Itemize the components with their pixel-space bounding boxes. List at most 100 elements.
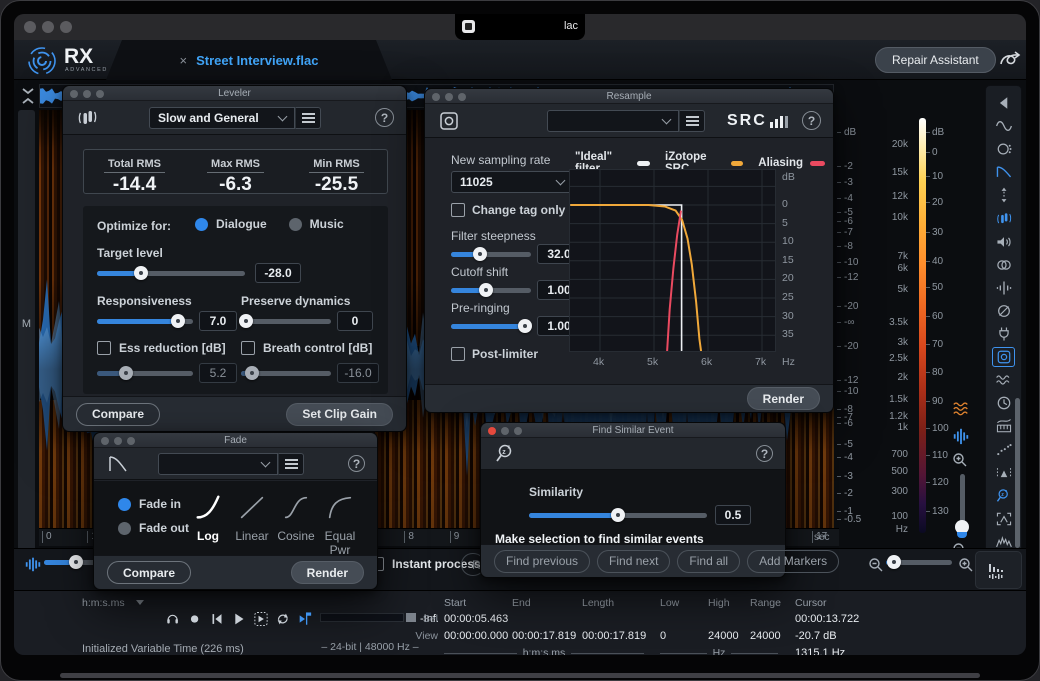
- steepness-slider[interactable]: [451, 247, 531, 261]
- leveler-icon[interactable]: [992, 209, 1015, 229]
- fade-preset-dropdown[interactable]: [158, 453, 278, 475]
- dialog-zoom-icon[interactable]: [96, 90, 104, 98]
- find-similar-titlebar[interactable]: Find Similar Event: [481, 423, 785, 438]
- fade-compare-button[interactable]: Compare: [107, 561, 191, 584]
- breath-control-value[interactable]: -16.0: [337, 363, 379, 383]
- responsiveness-value[interactable]: 7.0: [199, 311, 237, 331]
- play-marker-button[interactable]: [296, 610, 314, 628]
- similarity-value[interactable]: 0.5: [715, 505, 751, 525]
- fade-curve-linear[interactable]: Linear: [230, 493, 274, 543]
- nudge-icon[interactable]: [992, 185, 1015, 205]
- back-icon[interactable]: [992, 93, 1015, 113]
- dialog-close-icon[interactable]: [101, 437, 109, 445]
- optimize-option-music[interactable]: Music: [289, 217, 344, 231]
- leveler-titlebar[interactable]: Leveler: [63, 86, 406, 101]
- variable-time-icon[interactable]: [992, 370, 1015, 390]
- interpolate-icon[interactable]: [992, 440, 1015, 460]
- fade-titlebar[interactable]: Fade: [94, 433, 377, 448]
- leveler-preset-menu-button[interactable]: [295, 107, 321, 129]
- radio-icon[interactable]: [289, 218, 302, 231]
- dialog-zoom-icon[interactable]: [514, 427, 522, 435]
- window-close-icon[interactable]: [24, 21, 36, 33]
- change-tag-checkbox[interactable]: [451, 203, 465, 217]
- go-to-start-button[interactable]: [208, 610, 226, 628]
- dialog-zoom-icon[interactable]: [127, 437, 135, 445]
- markers-icon[interactable]: [992, 463, 1015, 483]
- radio-icon[interactable]: [195, 218, 208, 231]
- breath-control-slider[interactable]: [241, 366, 331, 380]
- dialog-minimize-icon[interactable]: [114, 437, 122, 445]
- resample-help-button[interactable]: ?: [802, 111, 821, 130]
- spectrogram-view-icon[interactable]: [950, 398, 972, 418]
- target-level-slider[interactable]: [97, 266, 245, 280]
- repair-assistant-button[interactable]: Repair Assistant: [875, 47, 996, 73]
- post-limiter-checkbox[interactable]: [451, 347, 465, 361]
- add-markers-button[interactable]: Add Markers: [747, 550, 839, 573]
- fade-preset-menu-button[interactable]: [278, 453, 304, 475]
- spectrogram-color-scale[interactable]: [919, 118, 926, 533]
- find-previous-button[interactable]: Find previous: [494, 550, 590, 573]
- leveler-preset-dropdown[interactable]: Slow and General: [149, 107, 295, 129]
- dialog-close-icon[interactable]: [488, 427, 496, 435]
- volume-icon[interactable]: [22, 554, 44, 574]
- spectrum-stats-icon[interactable]: [986, 560, 1008, 582]
- resample-titlebar[interactable]: Resample: [425, 89, 833, 104]
- collapse-chevrons-icon[interactable]: [20, 86, 36, 106]
- find-similar-icon[interactable]: zz: [992, 486, 1015, 506]
- find-next-button[interactable]: Find next: [597, 550, 670, 573]
- record-button[interactable]: [186, 610, 204, 628]
- responsiveness-slider[interactable]: [97, 314, 193, 328]
- ess-reduction-value[interactable]: 5.2: [199, 363, 237, 383]
- cutoff-slider[interactable]: [451, 283, 531, 297]
- toolbar-scrollbar[interactable]: [1015, 398, 1020, 548]
- time-format-chevron-icon[interactable]: [136, 600, 144, 605]
- breath-control-checkbox[interactable]: [241, 341, 255, 355]
- plugin-icon[interactable]: [992, 324, 1015, 344]
- lasso-tool-icon[interactable]: [998, 48, 1022, 72]
- leveler-help-button[interactable]: ?: [375, 108, 394, 127]
- resample-preset-menu-button[interactable]: [679, 110, 705, 132]
- similarity-slider[interactable]: [529, 508, 707, 522]
- zoom-in-horizontal-icon[interactable]: [958, 557, 974, 573]
- waveform-view-icon[interactable]: [950, 426, 972, 446]
- horizontal-zoom-slider[interactable]: [886, 555, 952, 569]
- phase-icon[interactable]: [992, 255, 1015, 275]
- loudness-icon[interactable]: [992, 232, 1015, 252]
- resample-icon[interactable]: [992, 347, 1015, 367]
- monitor-icon[interactable]: [164, 610, 182, 628]
- fade-help-button[interactable]: ?: [348, 455, 365, 472]
- play-button[interactable]: [230, 610, 248, 628]
- ess-reduction-slider[interactable]: [97, 366, 193, 380]
- preserve-dynamics-slider[interactable]: [241, 314, 331, 328]
- radio-icon[interactable]: [118, 498, 131, 511]
- window-minimize-icon[interactable]: [42, 21, 54, 33]
- channel-gutter[interactable]: [18, 110, 35, 558]
- set-clip-gain-button[interactable]: Set Clip Gain: [286, 403, 393, 426]
- file-tab[interactable]: × Street Interview.flac: [106, 40, 392, 80]
- fade-render-button[interactable]: Render: [291, 561, 364, 584]
- center-extract-icon[interactable]: [992, 278, 1015, 298]
- new-rate-select[interactable]: 11025: [451, 171, 573, 193]
- radio-icon[interactable]: [118, 522, 131, 535]
- zoom-in-vertical-icon[interactable]: [952, 452, 968, 468]
- fade-option-fade-in[interactable]: Fade in: [118, 497, 181, 511]
- dialog-close-icon[interactable]: [432, 93, 440, 101]
- keys-icon[interactable]: [992, 416, 1015, 436]
- loop-button[interactable]: [274, 610, 292, 628]
- variable-pitch-icon[interactable]: [992, 393, 1015, 413]
- find-all-button[interactable]: Find all: [677, 550, 740, 573]
- selection-icon[interactable]: [992, 509, 1015, 529]
- dialog-minimize-icon[interactable]: [445, 93, 453, 101]
- signal-wave-icon[interactable]: [992, 116, 1015, 136]
- fade-curve-equal-pwr[interactable]: Equal Pwr: [318, 493, 362, 557]
- play-selection-button[interactable]: [252, 610, 270, 628]
- leveler-compare-button[interactable]: Compare: [76, 403, 160, 426]
- fade-icon[interactable]: [992, 162, 1015, 182]
- fade-curve-cosine[interactable]: Cosine: [274, 493, 318, 543]
- vertical-zoom-slider[interactable]: [955, 474, 969, 538]
- dialog-close-icon[interactable]: [70, 90, 78, 98]
- dialog-minimize-icon[interactable]: [83, 90, 91, 98]
- fade-curve-log[interactable]: Log: [186, 493, 230, 543]
- window-zoom-icon[interactable]: [60, 21, 72, 33]
- optimize-option-dialogue[interactable]: Dialogue: [195, 217, 267, 231]
